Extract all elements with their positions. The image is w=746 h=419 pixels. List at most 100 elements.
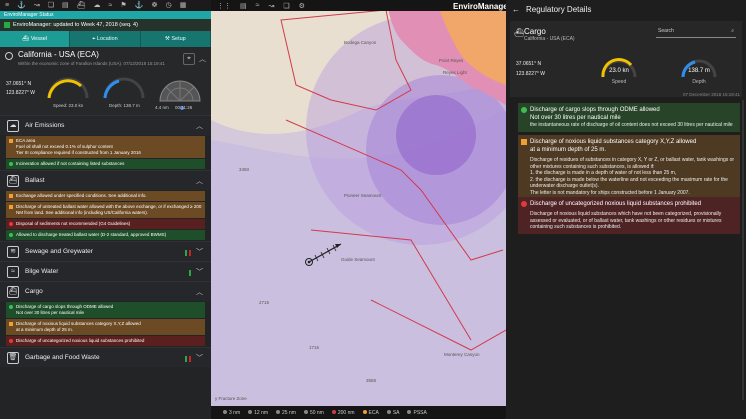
crosshair-button[interactable]: ⌖ <box>183 53 195 65</box>
scale-eca[interactable]: ECA <box>362 409 379 416</box>
regulatory-category: Cargo <box>524 27 546 36</box>
wheel-icon[interactable]: ☸ <box>151 0 157 11</box>
flag-icon[interactable]: ⚑ <box>120 0 126 11</box>
settings-icon[interactable]: ⚙ <box>299 2 305 10</box>
section-sewage: ≋ Sewage and Greywater ﹀ <box>0 241 211 261</box>
chevron-down-icon[interactable]: ﹀ <box>196 267 203 277</box>
reg-rule-uncategorized: Discharge of uncategorized noxious liqui… <box>518 197 740 234</box>
map-label-monterey: Monterey Canyon <box>444 352 480 357</box>
location-header: California - USA (ECA) Within the econom… <box>0 47 211 71</box>
warning-icon <box>521 139 527 145</box>
anchor-icon[interactable]: ⚓ <box>17 0 26 11</box>
status-bars <box>185 250 191 256</box>
back-icon[interactable]: ← <box>512 5 520 14</box>
status-message[interactable]: EnviroManager: updated to Week 47, 2018 … <box>0 19 211 31</box>
map-label-reyes-light: Reyes Light <box>443 70 467 75</box>
route-icon[interactable]: ↝ <box>268 2 274 10</box>
grid-icon[interactable]: ▦ <box>180 0 187 11</box>
allowed-icon <box>521 107 527 113</box>
ballast-rule-exchange: Exchange allowed under specified conditi… <box>6 191 205 201</box>
bilge-header[interactable]: ≈ Bilge Water ﹀ <box>0 262 211 281</box>
section-cargo: ⛴ Cargo ︿ Discharge of cargo slops throu… <box>0 281 211 346</box>
chart-map[interactable]: ⋮⋮ ▤ ≈ ↝ ❏ ⚙ Bodega Canyon Point Reyes R… <box>211 0 506 419</box>
map-icon[interactable]: ▤ <box>240 2 247 10</box>
regulatory-summary-card: ⛴ Cargo California - USA (ECA) Search ⌕ … <box>510 21 742 97</box>
chevron-down-icon[interactable]: ﹀ <box>196 353 203 363</box>
speed-readout: Speed: 23.0 kn <box>53 103 84 108</box>
tab-vessel[interactable]: ⛴ Vessel <box>0 31 71 47</box>
regulatory-title: Regulatory Details <box>526 4 592 14</box>
ballast-label: Ballast <box>25 177 45 184</box>
tide-icon[interactable]: ≈ <box>108 0 112 11</box>
status-message-text: EnviroManager: updated to Week 47, 2018 … <box>13 21 138 28</box>
scale-pssa[interactable]: PSSA <box>407 409 427 416</box>
sewage-label: Sewage and Greywater <box>25 248 93 255</box>
chart-icon[interactable]: ▤ <box>62 0 69 11</box>
ballast-rule-sediments: Disposal of sediments not recommended (G… <box>6 219 205 229</box>
air-emissions-icon: ☁ <box>7 119 19 132</box>
scale-200nm[interactable]: 200 nm <box>331 409 355 416</box>
chevron-up-icon[interactable]: ︿ <box>196 176 203 186</box>
depth-value: 138.7 m <box>688 68 710 74</box>
speed-gauge: Speed: 23.0 kn <box>43 74 93 112</box>
tab-setup-label: Setup <box>171 36 186 42</box>
depth-label: 3450 <box>239 167 250 172</box>
sewage-header[interactable]: ≋ Sewage and Greywater ﹀ <box>0 242 211 261</box>
scale-25nm[interactable]: 25 nm <box>276 409 296 416</box>
tab-setup[interactable]: ⚒ Setup <box>141 31 211 47</box>
map-label-guide: Guide Seamount <box>341 257 375 262</box>
globe-icon <box>5 52 13 60</box>
layers-icon[interactable]: ❏ <box>283 2 289 10</box>
speed-gauge-graphic: 23.0 kn Speed <box>601 58 637 85</box>
route-icon[interactable]: ↝ <box>34 0 40 11</box>
search-input[interactable]: Search ⌕ <box>656 28 736 38</box>
sonar-readout: 4.4 nm 00:11:26 <box>155 105 193 110</box>
air-emissions-header[interactable]: ☁ Air Emissions ︿ <box>0 116 211 135</box>
regulatory-region: California - USA (ECA) <box>524 36 575 42</box>
chevron-up-icon[interactable]: ︿ <box>196 121 203 131</box>
ballast-rule-untreated: Discharge of untreated ballast water all… <box>6 202 205 218</box>
tab-vessel-label: Vessel <box>30 36 48 42</box>
scale-50nm[interactable]: 50 nm <box>303 409 324 416</box>
chevron-down-icon[interactable]: ﹀ <box>196 247 203 257</box>
main-toolbar: ≡ ⚓ ↝ ❏ ▤ ⛴ ☁ ≈ ⚑ ⚓ ☸ ◷ ▦ <box>0 0 211 11</box>
scale-sa[interactable]: SA <box>386 409 399 416</box>
ballast-header[interactable]: ⛴ Ballast ︿ <box>0 171 211 190</box>
longitude: 123.8227° W <box>6 90 35 96</box>
cargo-icon: ⛴ <box>7 285 19 298</box>
ship-icon: ⛴ <box>22 36 31 42</box>
scale-12nm[interactable]: 12 nm <box>248 409 268 416</box>
section-bilge: ≈ Bilge Water ﹀ <box>0 261 211 281</box>
depth-label: 1715 <box>309 345 320 350</box>
left-panel: ≡ ⚓ ↝ ❏ ▤ ⛴ ☁ ≈ ⚑ ⚓ ☸ ◷ ▦ EnviroManager … <box>0 0 211 419</box>
chevron-up-icon[interactable]: ︿ <box>196 287 203 297</box>
depth-label: Depth <box>692 79 706 85</box>
scrollbar[interactable] <box>742 100 744 400</box>
cargo-rule-odme[interactable]: Discharge of cargo slops through ODME al… <box>6 302 205 318</box>
ship-icon[interactable]: ⛴ <box>77 0 86 11</box>
tab-location[interactable]: ⌖ Location <box>70 31 141 47</box>
vessel-gauges: 37.0651° N 123.8227° W Speed: 23.0 kn De… <box>0 71 211 115</box>
chevron-up-icon[interactable]: ︿ <box>199 54 206 64</box>
cargo-header[interactable]: ⛴ Cargo ︿ <box>0 282 211 301</box>
drag-handle-icon[interactable]: ⋮⋮ <box>217 2 231 10</box>
garbage-header[interactable]: 🗑 Garbage and Food Waste ﹀ <box>0 348 211 367</box>
status-bars <box>185 356 191 362</box>
layers-icon[interactable]: ❏ <box>48 0 54 11</box>
search-icon[interactable]: ⌕ <box>731 28 734 34</box>
cargo-rule-uncategorized[interactable]: Discharge of uncategorized noxious liqui… <box>6 336 205 346</box>
wave-icon[interactable]: ≈ <box>256 2 260 9</box>
bilge-label: Bilge Water <box>25 268 59 275</box>
air-rule-eca: ECA area Fuel oil shall not exceed 0.1% … <box>6 136 205 158</box>
scale-3nm[interactable]: 3 nm <box>223 409 240 416</box>
sonar-gauge: 4.4 nm 00:11:26 <box>155 74 205 112</box>
air-rule-incineration: Incineration allowed if not containing l… <box>6 159 205 169</box>
panel-tabs: ⛴ Vessel ⌖ Location ⚒ Setup <box>0 31 211 47</box>
anchor-icon[interactable]: ⚓ <box>135 0 144 11</box>
tab-location-label: Location <box>96 36 118 42</box>
list-icon[interactable]: ≡ <box>5 0 9 11</box>
clock-icon[interactable]: ◷ <box>166 0 172 11</box>
weather-icon[interactable]: ☁ <box>93 0 100 11</box>
cargo-rule-noxious[interactable]: Discharge of noxious liquid substances c… <box>6 319 205 335</box>
garbage-icon: 🗑 <box>7 351 19 364</box>
